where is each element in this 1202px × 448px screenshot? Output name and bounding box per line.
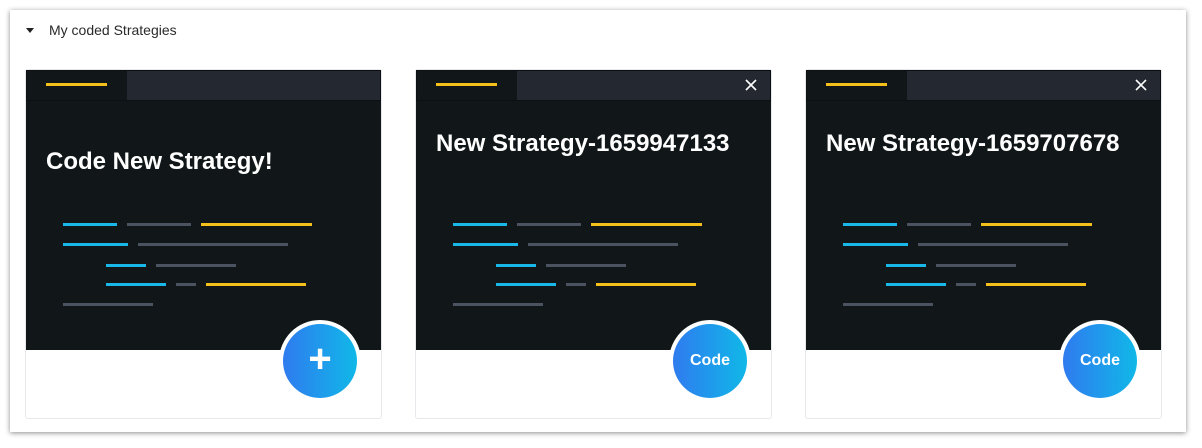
- code-line: [496, 283, 556, 286]
- code-line: [918, 243, 1068, 246]
- code-line: [981, 223, 1092, 226]
- code-button-label: Code: [673, 324, 747, 398]
- code-line: [201, 223, 312, 226]
- code-line: [566, 283, 586, 286]
- code-line: [453, 223, 507, 226]
- code-line: [63, 243, 128, 246]
- code-line: [127, 223, 191, 226]
- create-strategy-card[interactable]: Code New Strategy! +: [25, 69, 382, 419]
- create-strategy-button[interactable]: +: [279, 320, 361, 402]
- code-illustration: [26, 70, 381, 350]
- code-line: [453, 303, 543, 306]
- code-line: [517, 223, 581, 226]
- card-preview: Code New Strategy!: [26, 70, 381, 350]
- card-title: New Strategy-1659947133: [436, 130, 730, 157]
- code-line: [63, 303, 153, 306]
- code-illustration: [806, 70, 1161, 350]
- code-line: [546, 264, 626, 267]
- caret-down-icon[interactable]: [26, 28, 34, 33]
- plus-icon: +: [283, 324, 357, 398]
- card-preview: New Strategy-1659707678: [806, 70, 1161, 350]
- code-line: [843, 303, 933, 306]
- code-line: [206, 283, 306, 286]
- card-title: Code New Strategy!: [46, 148, 273, 175]
- code-button[interactable]: Code: [669, 320, 751, 402]
- code-button[interactable]: Code: [1059, 320, 1141, 402]
- strategy-card[interactable]: New Strategy-1659947133 Code: [415, 69, 772, 419]
- code-line: [886, 264, 926, 267]
- code-line: [843, 243, 908, 246]
- code-line: [956, 283, 976, 286]
- card-preview: New Strategy-1659947133: [416, 70, 771, 350]
- code-line: [596, 283, 696, 286]
- code-line: [156, 264, 236, 267]
- code-line: [843, 223, 897, 226]
- code-illustration: [416, 70, 771, 350]
- code-line: [886, 283, 946, 286]
- code-line: [453, 243, 518, 246]
- code-line: [528, 243, 678, 246]
- code-line: [63, 223, 117, 226]
- code-line: [106, 264, 146, 267]
- code-button-label: Code: [1063, 324, 1137, 398]
- code-line: [936, 264, 1016, 267]
- code-line: [106, 283, 166, 286]
- code-line: [986, 283, 1086, 286]
- section-toggle[interactable]: My coded Strategies: [10, 10, 1186, 50]
- strategies-panel: My coded Strategies Code New Strategy! +…: [10, 10, 1186, 432]
- strategy-card[interactable]: New Strategy-1659707678 Code: [805, 69, 1162, 419]
- code-line: [176, 283, 196, 286]
- code-line: [591, 223, 702, 226]
- code-line: [907, 223, 971, 226]
- section-title: My coded Strategies: [49, 22, 177, 38]
- card-title: New Strategy-1659707678: [826, 130, 1120, 157]
- code-line: [138, 243, 288, 246]
- code-line: [496, 264, 536, 267]
